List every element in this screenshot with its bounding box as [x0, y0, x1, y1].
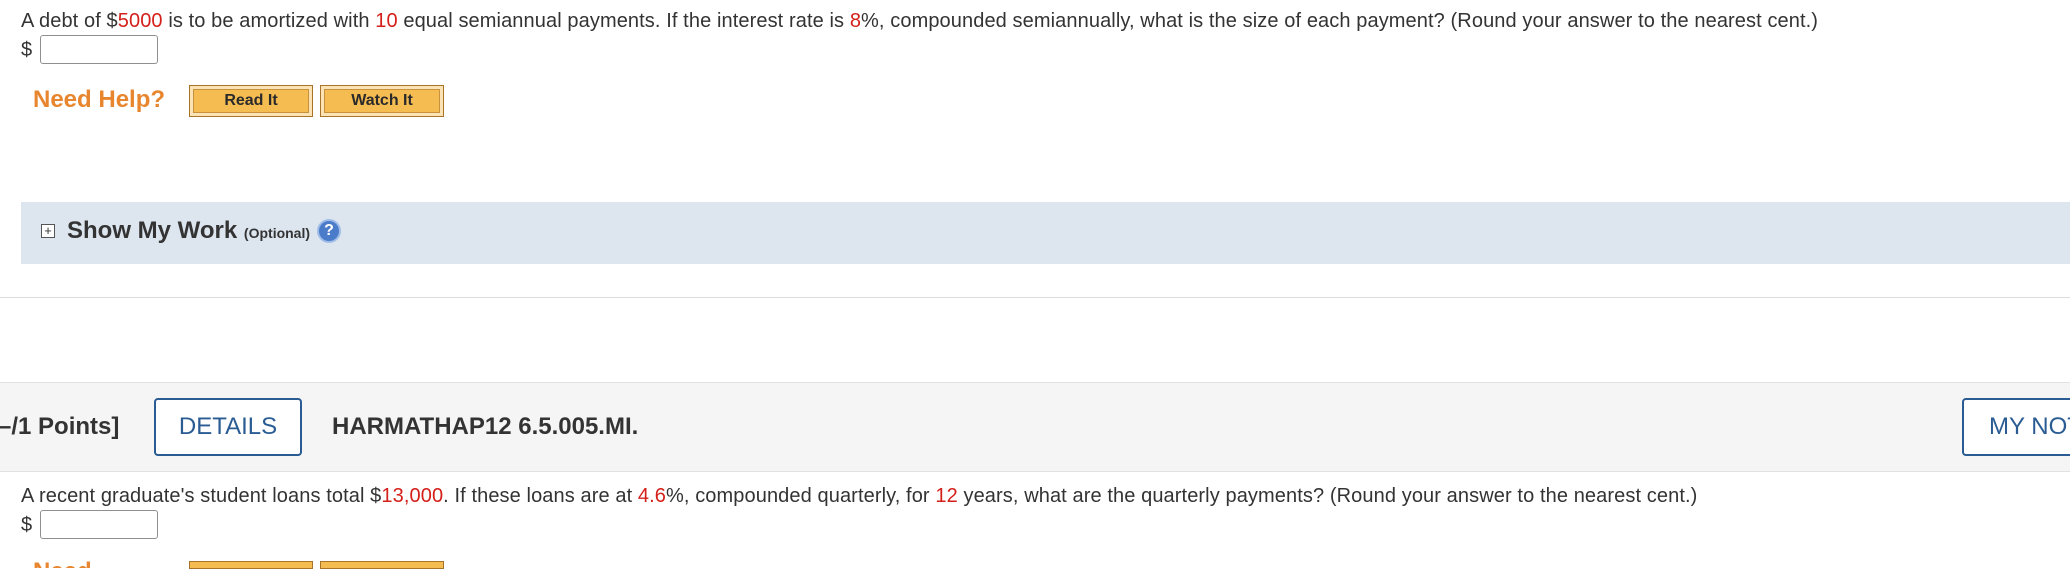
- question-1-text: A debt of $5000 is to be amortized with …: [21, 10, 1818, 33]
- q1-answer-input[interactable]: [40, 35, 158, 64]
- section-divider: [0, 297, 2070, 298]
- expand-icon[interactable]: +: [41, 224, 55, 238]
- q1-text-part: is to be amortized with: [162, 10, 376, 32]
- details-button[interactable]: DETAILS: [154, 398, 302, 456]
- q2-text-part: years, what are the quarterly payments? …: [957, 485, 1698, 507]
- question-id: HARMATHAP12 6.5.005.MI.: [332, 413, 639, 440]
- q2-years: 12: [935, 485, 958, 507]
- q2-text-part: %, compounded quarterly, for: [666, 485, 936, 507]
- read-it-label: Read It: [193, 89, 309, 113]
- question-2-text: A recent graduate's student loans total …: [21, 485, 1697, 508]
- help-question-icon[interactable]: ?: [317, 219, 341, 243]
- watch-it-button[interactable]: Watch It: [320, 85, 444, 117]
- read-it-button-partial[interactable]: [189, 561, 313, 569]
- q1-principal-value: 5000: [117, 10, 163, 32]
- show-my-work-label: Show My Work: [67, 217, 238, 244]
- read-it-button[interactable]: Read It: [189, 85, 313, 117]
- watch-it-button-partial[interactable]: [320, 561, 444, 569]
- q1-interest-rate: 8: [849, 10, 862, 32]
- q2-answer-input[interactable]: [40, 510, 158, 539]
- q1-text-part: equal semiannual payments. If the intere…: [397, 10, 850, 32]
- q2-text-part: . If these loans are at: [443, 485, 638, 507]
- q1-currency-label: $: [21, 39, 33, 61]
- need-help-label-partial: Need Help?: [33, 558, 143, 568]
- q1-text-part: %, compounded semiannually, what is the …: [861, 10, 1819, 32]
- optional-label: (Optional): [243, 225, 311, 241]
- q2-currency-label: $: [21, 514, 33, 536]
- q2-interest-rate: 4.6: [637, 485, 667, 507]
- q1-payments-count: 10: [375, 10, 398, 32]
- show-my-work-title[interactable]: Show My Work (Optional): [67, 217, 310, 245]
- q1-text-part: A debt of $: [21, 10, 118, 32]
- show-my-work-panel[interactable]: + Show My Work (Optional) ?: [21, 202, 2070, 264]
- q2-text-part: A recent graduate's student loans total …: [21, 485, 382, 507]
- my-notes-button[interactable]: MY NOTES: [1962, 398, 2070, 456]
- need-help-label: Need Help?: [33, 86, 166, 113]
- points-label: –/1 Points]: [0, 413, 120, 440]
- watch-it-label: Watch It: [324, 89, 440, 113]
- q2-loan-total: 13,000: [381, 485, 444, 507]
- question-2-header: –/1 Points] DETAILS HARMATHAP12 6.5.005.…: [0, 382, 2070, 472]
